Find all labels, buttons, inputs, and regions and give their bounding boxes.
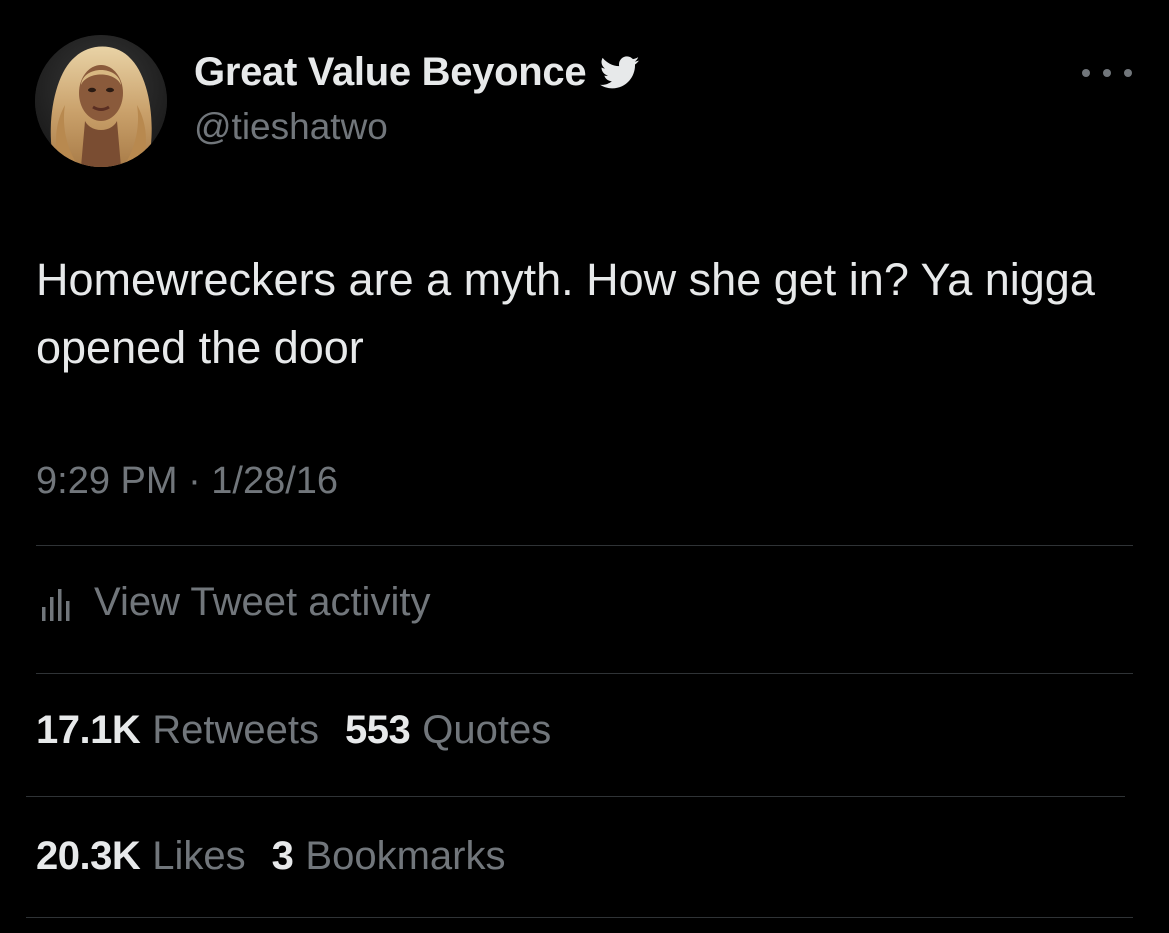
author-handle[interactable]: @tieshatwo <box>194 106 388 148</box>
retweets-stat[interactable]: 17.1K Retweets <box>36 708 319 753</box>
divider <box>26 796 1125 797</box>
retweets-count: 17.1K <box>36 708 141 752</box>
more-dot-icon <box>1082 69 1090 77</box>
view-tweet-activity-button[interactable]: View Tweet activity <box>36 580 430 625</box>
bar-chart-icon <box>36 581 82 625</box>
likes-stat[interactable]: 20.3K Likes <box>36 834 246 879</box>
tweet-timestamp[interactable]: 9:29 PM · 1/28/16 <box>36 460 338 503</box>
author-display-name[interactable]: Great Value Beyonce <box>194 50 587 95</box>
engagement-stats-row: 17.1K Retweets 553 Quotes <box>36 708 577 753</box>
quotes-stat[interactable]: 553 Quotes <box>345 708 551 753</box>
avatar[interactable] <box>35 35 167 167</box>
twitter-bird-icon <box>600 55 640 90</box>
author-name-row: Great Value Beyonce <box>194 50 640 95</box>
view-tweet-activity-label: View Tweet activity <box>94 580 431 624</box>
bookmarks-label: Bookmarks <box>305 834 506 878</box>
quotes-count: 553 <box>345 708 411 752</box>
tweet-detail: Great Value Beyonce @tieshatwo Homewreck… <box>0 0 1169 933</box>
tweet-text: Homewreckers are a myth. How she get in?… <box>36 254 1095 373</box>
divider <box>36 545 1133 546</box>
more-options-button[interactable] <box>1082 58 1132 88</box>
likes-label: Likes <box>152 834 246 878</box>
quotes-label: Quotes <box>422 708 552 752</box>
bookmarks-count: 3 <box>271 834 294 878</box>
engagement-stats-row: 20.3K Likes 3 Bookmarks <box>36 834 531 879</box>
divider <box>36 673 1133 674</box>
divider <box>26 917 1133 918</box>
likes-count: 20.3K <box>36 834 141 878</box>
more-dot-icon <box>1103 69 1111 77</box>
profile-photo <box>35 35 167 167</box>
retweets-label: Retweets <box>152 708 319 752</box>
more-dot-icon <box>1124 69 1132 77</box>
bookmarks-stat[interactable]: 3 Bookmarks <box>272 834 506 879</box>
